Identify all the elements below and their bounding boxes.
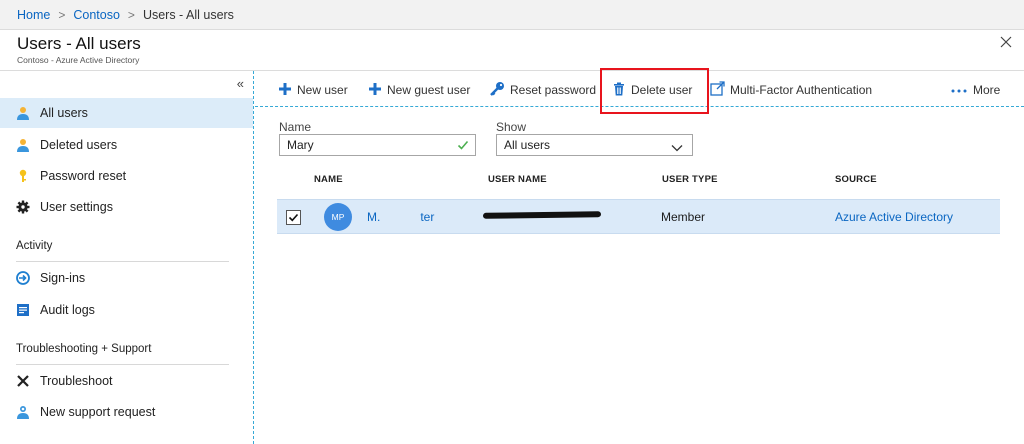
section-divider [16, 364, 229, 365]
signin-icon [16, 271, 30, 285]
sidebar-item-audit-logs[interactable]: Audit logs [0, 295, 253, 325]
name-filter-input[interactable]: Mary [279, 134, 476, 156]
page-title: Users - All users [17, 34, 141, 53]
key-icon [16, 169, 30, 183]
avatar-initials: MP [331, 212, 345, 222]
sidebar-item-label: New support request [40, 405, 156, 419]
sidebar-item-label: All users [40, 106, 88, 120]
sidebar-item-all-users[interactable]: All users [0, 98, 253, 128]
row-checkbox[interactable] [286, 210, 301, 225]
plus-icon [368, 82, 382, 99]
sidebar-item-label: Sign-ins [40, 271, 86, 285]
support-icon [16, 405, 30, 419]
user-icon [16, 106, 30, 120]
name-filter-label: Name [279, 120, 312, 134]
column-header-source[interactable]: SOURCE [835, 174, 877, 185]
section-divider [16, 261, 229, 262]
sidebar-item-sign-ins[interactable]: Sign-ins [0, 263, 253, 293]
name-filter-value: Mary [287, 138, 314, 152]
source-link[interactable]: Azure Active Directory [835, 210, 953, 224]
reset-password-button[interactable]: Reset password [489, 81, 596, 99]
breadcrumb-separator: > [127, 7, 135, 22]
reset-password-label: Reset password [510, 83, 597, 97]
section-heading-activity: Activity [16, 240, 53, 252]
column-header-user-name[interactable]: USER NAME [488, 174, 547, 185]
sidebar-item-label: Deleted users [40, 138, 118, 152]
redacted-user-name [482, 211, 602, 219]
breadcrumb-current: Users - All users [142, 7, 234, 22]
new-guest-user-button[interactable]: New guest user [368, 81, 470, 99]
audit-log-icon [16, 303, 30, 317]
new-guest-user-label: New guest user [387, 83, 471, 97]
user-display-name-end: ter [420, 210, 435, 224]
more-label: More [973, 83, 1001, 97]
external-link-icon [710, 81, 725, 99]
tools-icon [16, 374, 30, 388]
key-icon [489, 81, 505, 100]
user-icon [16, 138, 30, 152]
multi-factor-authentication-button[interactable]: Multi-Factor Authentication [710, 81, 872, 99]
blade-header: Users - All users Contoso - Azure Active… [0, 30, 1024, 71]
mfa-label: Multi-Factor Authentication [730, 83, 873, 97]
plus-icon [278, 82, 292, 99]
sidebar-item-deleted-users[interactable]: Deleted users [0, 130, 253, 160]
close-icon[interactable] [998, 34, 1014, 50]
breadcrumb-separator: > [58, 7, 66, 22]
more-button[interactable]: More [950, 81, 1000, 99]
sidebar-item-user-settings[interactable]: User settings [0, 192, 253, 222]
sidebar-item-label: Troubleshoot [40, 374, 113, 388]
column-header-name[interactable]: NAME [314, 174, 343, 185]
sidebar-item-password-reset[interactable]: Password reset [0, 161, 253, 191]
sidebar-item-troubleshoot[interactable]: Troubleshoot [0, 366, 253, 396]
more-icon [950, 83, 968, 97]
column-header-user-type[interactable]: USER TYPE [662, 174, 718, 185]
sidebar-item-new-support-request[interactable]: New support request [0, 397, 253, 427]
new-user-label: New user [297, 83, 348, 97]
collapse-sidebar-button[interactable]: « [237, 76, 244, 91]
avatar: MP [324, 203, 352, 231]
checkmark-icon [288, 213, 299, 222]
breadcrumb: Home > Contoso > Users - All users [0, 0, 1024, 30]
sidebar-item-label: Password reset [40, 169, 127, 183]
show-filter-select[interactable]: All users [496, 134, 693, 156]
sidebar: « All users Deleted users Password reset… [0, 71, 254, 444]
delete-user-highlight [600, 68, 709, 114]
user-name-link[interactable]: M. ter [367, 210, 434, 224]
new-user-button[interactable]: New user [278, 81, 348, 99]
table-row[interactable]: MP M. ter Member Azure Active Directory [277, 199, 1000, 234]
section-heading-troubleshooting: Troubleshooting + Support [16, 343, 152, 355]
sidebar-item-label: Audit logs [40, 303, 95, 317]
breadcrumb-home[interactable]: Home [17, 8, 50, 22]
breadcrumb-contoso[interactable]: Contoso [73, 8, 120, 22]
show-filter-value: All users [504, 138, 551, 152]
show-filter-label: Show [496, 120, 527, 134]
sidebar-item-label: User settings [40, 200, 113, 214]
chevron-down-icon [671, 141, 683, 155]
user-display-name-start: M. [367, 210, 381, 224]
page-subtitle: Contoso - Azure Active Directory [17, 55, 140, 65]
gear-icon [16, 200, 30, 214]
valid-check-icon [457, 139, 469, 154]
user-type-cell: Member [661, 210, 706, 224]
